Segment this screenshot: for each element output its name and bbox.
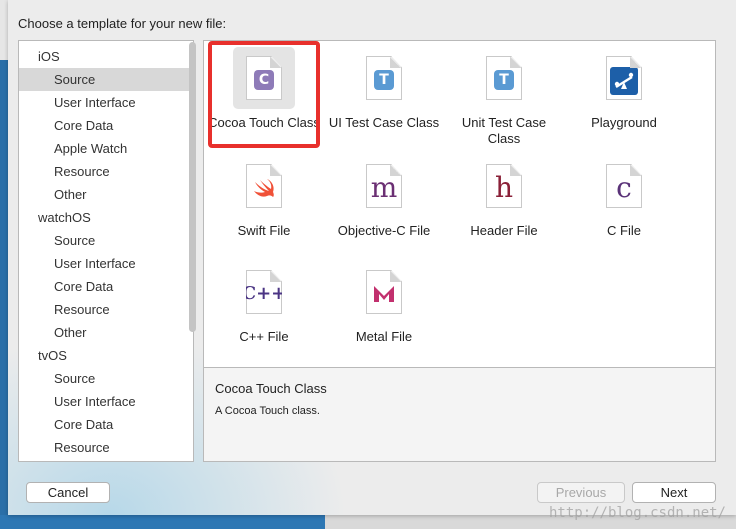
template-swift-file[interactable]: Swift File	[204, 155, 324, 239]
platform-sidebar: iOS Source User Interface Core Data Appl…	[18, 40, 194, 462]
header-glyph: h	[494, 170, 514, 204]
template-c-file[interactable]: c C File	[564, 155, 684, 239]
template-label: Unit Test Case Class	[461, 115, 547, 146]
description-text: A Cocoa Touch class.	[215, 405, 320, 417]
c-glyph: c	[616, 170, 632, 204]
selection-highlight	[208, 41, 320, 148]
template-label: UI Test Case Class	[328, 115, 440, 130]
sidebar-item-watchos-source[interactable]: Source	[19, 229, 193, 252]
sidebar-item-ios-source[interactable]: Source	[19, 68, 193, 91]
metal-file-icon	[366, 270, 402, 314]
template-header-file[interactable]: h Header File	[444, 155, 564, 239]
ui-test-case-class-icon: T	[366, 56, 402, 100]
objective-c-glyph: m	[370, 170, 398, 204]
sidebar-item-watchos-core-data[interactable]: Core Data	[19, 275, 193, 298]
sidebar-section-watchos[interactable]: watchOS	[19, 206, 193, 229]
sidebar-item-ios-user-interface[interactable]: User Interface	[19, 91, 193, 114]
playground-icon	[606, 56, 642, 100]
sidebar-item-tvos-user-interface[interactable]: User Interface	[19, 390, 193, 413]
sidebar-section-tvos[interactable]: tvOS	[19, 344, 193, 367]
sidebar-item-watchos-user-interface[interactable]: User Interface	[19, 252, 193, 275]
template-label: C++ File	[239, 329, 289, 344]
template-label: Objective-C File	[337, 223, 431, 238]
ui-test-case-class-badge: T	[374, 70, 394, 90]
watermark: http://blog.csdn.net/	[548, 505, 726, 521]
cpp-glyph: C++	[241, 282, 287, 304]
unit-test-case-class-icon: T	[486, 56, 522, 100]
template-playground[interactable]: Playground	[564, 47, 684, 131]
description-title: Cocoa Touch Class	[215, 381, 327, 396]
template-objective-c-file[interactable]: m Objective-C File	[324, 155, 444, 239]
sidebar-item-watchos-resource[interactable]: Resource	[19, 298, 193, 321]
template-label: Metal File	[355, 329, 413, 344]
next-button[interactable]: Next	[632, 482, 716, 503]
sidebar-item-ios-other[interactable]: Other	[19, 183, 193, 206]
cancel-button[interactable]: Cancel	[26, 482, 110, 503]
template-label: Playground	[591, 115, 657, 130]
header-file-icon: h	[486, 164, 522, 208]
template-label: Swift File	[237, 223, 291, 238]
sidebar-item-ios-resource[interactable]: Resource	[19, 160, 193, 183]
unit-test-case-class-badge: T	[494, 70, 514, 90]
previous-button[interactable]: Previous	[537, 482, 625, 503]
swift-file-icon	[246, 164, 282, 208]
template-label: Header File	[470, 223, 538, 238]
background-window	[0, 0, 8, 529]
template-unit-test-case-class[interactable]: T Unit Test Case Class	[444, 47, 564, 147]
template-cpp-file[interactable]: C++ C++ File	[204, 261, 324, 345]
sidebar-item-tvos-resource[interactable]: Resource	[19, 436, 193, 459]
sidebar-item-watchos-other[interactable]: Other	[19, 321, 193, 344]
objective-c-file-icon: m	[366, 164, 402, 208]
template-ui-test-case-class[interactable]: T UI Test Case Class	[324, 47, 444, 131]
sidebar-item-ios-apple-watch[interactable]: Apple Watch	[19, 137, 193, 160]
sidebar-section-ios[interactable]: iOS	[19, 45, 193, 68]
dialog-heading: Choose a template for your new file:	[18, 16, 227, 31]
sidebar-scrollbar[interactable]	[189, 42, 196, 332]
template-label: C File	[607, 223, 641, 238]
sidebar-item-tvos-core-data[interactable]: Core Data	[19, 413, 193, 436]
c-file-icon: c	[606, 164, 642, 208]
template-metal-file[interactable]: Metal File	[324, 261, 444, 345]
sidebar-item-tvos-source[interactable]: Source	[19, 367, 193, 390]
cpp-file-icon: C++	[246, 270, 282, 314]
sidebar-item-ios-core-data[interactable]: Core Data	[19, 114, 193, 137]
